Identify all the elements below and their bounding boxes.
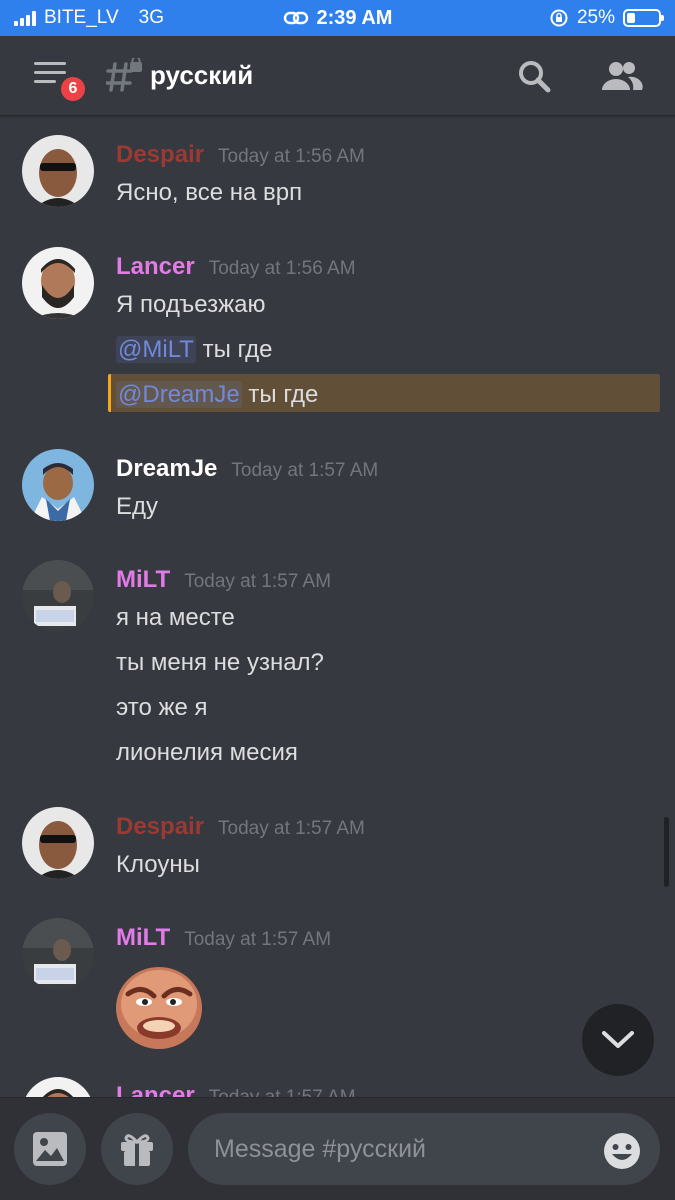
message-header: MiLT Today at 1:57 AM	[116, 566, 331, 594]
message-header: MiLT Today at 1:57 AM	[116, 924, 331, 952]
carrier-name: BITE_LV	[44, 7, 119, 28]
rotation-lock-icon	[550, 9, 568, 27]
message-header: Despair Today at 1:57 AM	[116, 813, 365, 841]
upload-image-button[interactable]	[14, 1113, 86, 1185]
avatar[interactable]	[22, 1077, 94, 1097]
message-text: Я подъезжаю	[116, 291, 266, 318]
timestamp: Today at 1:57 AM	[184, 571, 332, 592]
message-text: лионелия месия	[116, 739, 298, 766]
message-header: Despair Today at 1:56 AM	[116, 141, 365, 169]
message-header: Lancer Today at 1:56 AM	[116, 253, 356, 281]
clock: 2:39 AM	[316, 6, 393, 29]
grumpy-face-emoji[interactable]	[114, 964, 204, 1050]
timestamp: Today at 1:57 AM	[209, 1087, 356, 1097]
avatar[interactable]	[22, 807, 94, 879]
message-composer-bar	[0, 1097, 675, 1200]
username[interactable]: MiLT	[116, 566, 170, 594]
scrollbar[interactable]	[664, 817, 669, 887]
search-icon[interactable]	[514, 56, 554, 96]
user-mention[interactable]: @DreamJe	[116, 381, 242, 408]
message-input[interactable]	[188, 1113, 660, 1185]
menu-icon	[34, 62, 66, 65]
user-mention[interactable]: @MiLT	[116, 336, 196, 363]
avatar[interactable]	[22, 918, 94, 990]
message-text: я на месте	[116, 604, 235, 631]
username[interactable]: Lancer	[116, 253, 195, 281]
status-bar: BITE_LV 3G 2:39 AM 25%	[0, 0, 675, 36]
channel-header: 6 русский	[0, 36, 675, 116]
unread-badge: 6	[58, 74, 88, 104]
message-text: Клоуны	[116, 851, 200, 878]
username[interactable]: DreamJe	[116, 455, 217, 483]
menu-icon-bar	[34, 80, 56, 83]
members-icon[interactable]	[598, 56, 644, 96]
message-text: Еду	[116, 493, 159, 520]
avatar[interactable]	[22, 247, 94, 319]
chevron-down-icon	[602, 1031, 634, 1048]
menu-button[interactable]: 6	[30, 60, 88, 104]
timestamp: Today at 1:56 AM	[208, 258, 356, 279]
channel-lock-icon	[105, 56, 142, 92]
battery-fill	[627, 13, 635, 23]
message-text: @MiLT ты где	[116, 336, 273, 364]
avatar[interactable]	[22, 135, 94, 207]
emoji-icon	[604, 1133, 640, 1169]
signal-icon	[14, 10, 36, 26]
username[interactable]: Despair	[116, 813, 204, 841]
battery-percent: 25%	[576, 7, 615, 28]
message-text: это же я	[116, 694, 208, 721]
message-list[interactable]: Despair Today at 1:56 AM Ясно, все на вр…	[0, 117, 675, 1097]
link-icon	[283, 11, 308, 25]
username[interactable]: MiLT	[116, 924, 170, 952]
message-text: @DreamJe ты где	[116, 381, 318, 409]
username[interactable]: Despair	[116, 141, 204, 169]
message-text: Ясно, все на врп	[116, 179, 303, 206]
timestamp: Today at 1:56 AM	[218, 146, 365, 167]
emoji-picker-button[interactable]	[602, 1131, 642, 1171]
avatar[interactable]	[22, 560, 94, 632]
message-text: ты меня не узнал?	[116, 649, 324, 676]
menu-icon-bar	[34, 71, 66, 74]
image-icon	[33, 1132, 67, 1166]
message-text-fragment: ты где	[241, 381, 319, 408]
battery-icon	[623, 9, 664, 27]
timestamp: Today at 1:57 AM	[231, 460, 379, 481]
message-header: Lancer Today at 1:57 AM	[116, 1082, 356, 1097]
jump-to-present-button[interactable]	[582, 1004, 654, 1076]
gift-button[interactable]	[101, 1113, 173, 1185]
timestamp: Today at 1:57 AM	[218, 818, 365, 839]
message-header: DreamJe Today at 1:57 AM	[116, 455, 378, 483]
message-text-fragment: ты где	[195, 336, 273, 363]
network-type: 3G	[138, 7, 164, 28]
avatar[interactable]	[22, 449, 94, 521]
username[interactable]: Lancer	[116, 1082, 195, 1097]
gift-icon	[121, 1134, 153, 1166]
timestamp: Today at 1:57 AM	[184, 929, 332, 950]
channel-title[interactable]: русский	[150, 60, 253, 91]
